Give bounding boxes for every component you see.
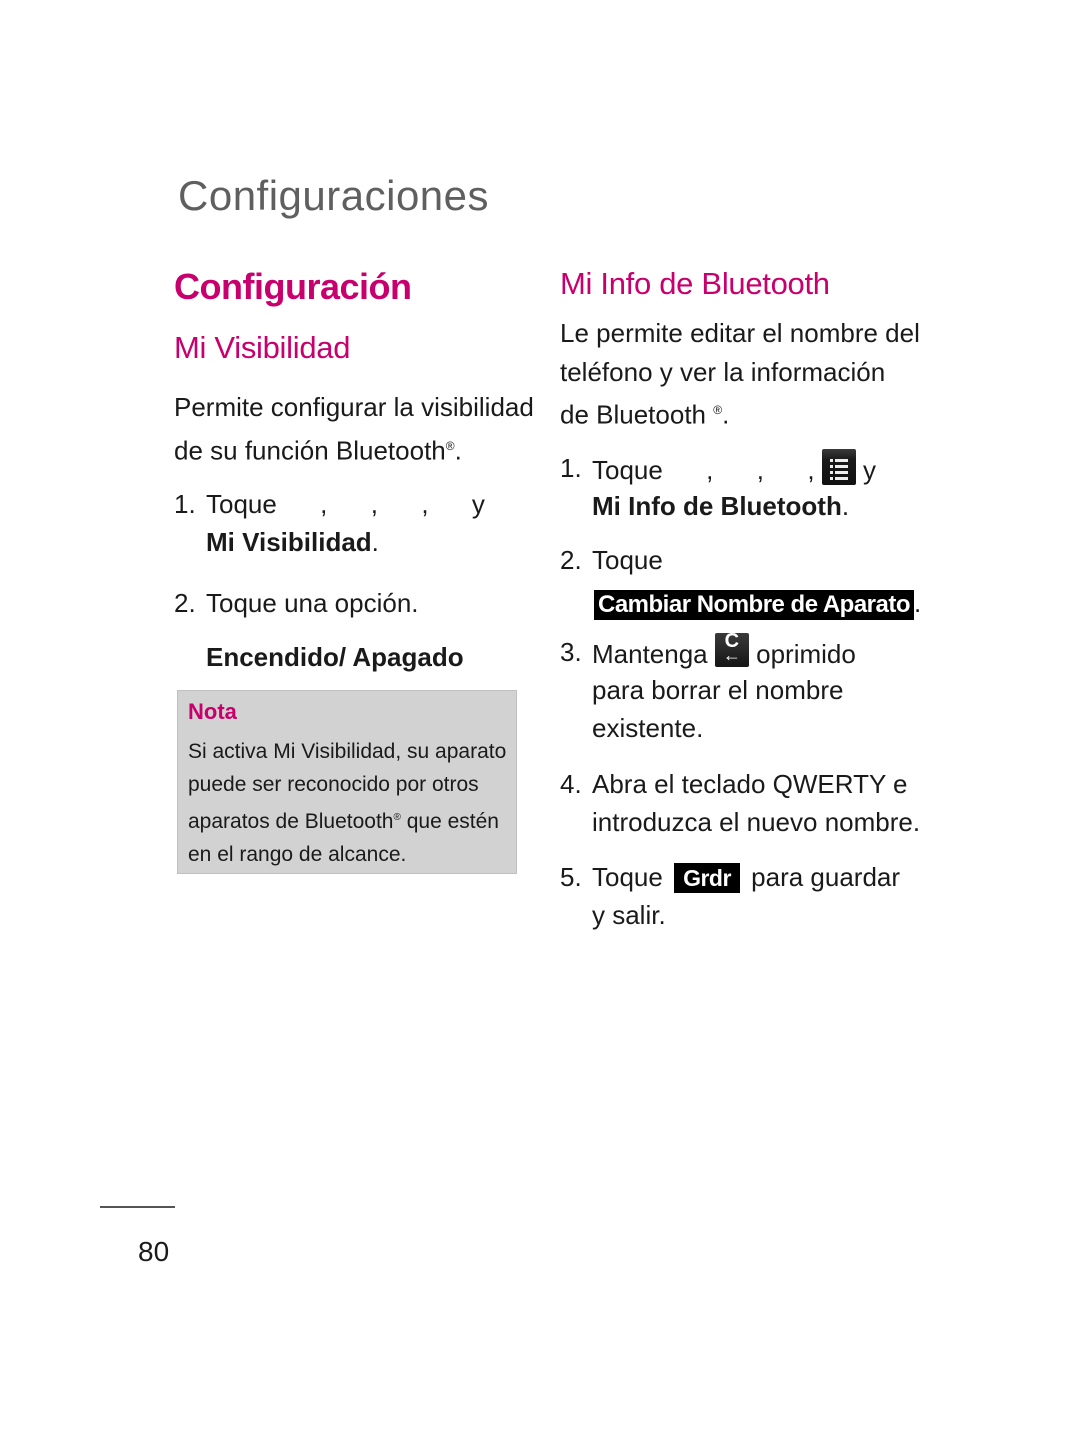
period: . [454, 435, 462, 466]
page-number: 80 [138, 1236, 170, 1267]
step-number: 1. [560, 453, 582, 483]
step-1-right: 1. Toque , , , y Mi Info de Bluetooth. [560, 449, 920, 525]
step-text: introduzca el nuevo nombre. [592, 807, 921, 837]
step-text: para borrar el nombre [592, 675, 844, 705]
footer-rule [100, 1206, 175, 1208]
step-text: Abra el teclado QWERTY e [592, 769, 908, 799]
clear-backspace-icon: C ← [714, 630, 749, 667]
step-text: y salir. [592, 900, 666, 930]
arrow-left-icon: ← [722, 645, 741, 665]
step-1-left: 1. Toque , , , y Mi Visibilidad. [174, 485, 514, 561]
step-number: 4. [560, 769, 582, 799]
intro-text: de su función Bluetooth [174, 435, 446, 466]
step-text-line: Toque Grdr para guardar [592, 858, 900, 896]
note-line: Si activa Mi Visibilidad, su aparato [188, 740, 507, 763]
step-2-right: 2. Toque Cambiar Nombre de Aparato. [560, 541, 921, 622]
step-3-right: 3. Mantenga C ← oprimido para borrar el n… [560, 630, 920, 747]
menu-item-mi-visibilidad: Mi Visibilidad [206, 527, 372, 557]
step-2-left: 2. Toque una opción. [174, 584, 514, 622]
step-number: 5. [560, 862, 582, 892]
registered-mark: ® [393, 812, 401, 823]
step-number: 3. [560, 637, 582, 667]
intro-text: de Bluetooth [560, 399, 714, 430]
subtitle-mi-info-bluetooth: Mi Info de Bluetooth [560, 266, 830, 301]
period: . [722, 399, 730, 430]
note-text-part: aparatos de Bluetooth [188, 810, 394, 833]
step-bold-line: Mi Info de Bluetooth. [592, 487, 849, 525]
step-text: oprimido [756, 639, 856, 669]
note-line: aparatos de Bluetooth® que estén [188, 801, 506, 838]
list-menu-icon [821, 449, 856, 485]
period: . [371, 527, 379, 557]
step-text-line: Toque , , , y [592, 449, 876, 489]
cambiar-nombre-key: Cambiar Nombre de Aparato [594, 590, 915, 620]
note-box: Nota Si activa Mi Visibilidad, su aparat… [177, 690, 517, 874]
step-number: 2. [560, 545, 582, 575]
step-text: Toque , , , y [206, 489, 485, 519]
note-line: en el rango de alcance. [188, 843, 407, 866]
period: . [914, 588, 922, 618]
intro-line: Le permite editar el nombre del [560, 318, 920, 348]
intro-line: Permite configurar la visibilidad [174, 392, 534, 422]
menu-item-mi-info-bluetooth: Mi Info de Bluetooth [592, 491, 842, 521]
intro-line: de Bluetooth ®. [560, 391, 920, 434]
note-label: Nota [188, 699, 237, 724]
step-bold-line: Mi Visibilidad. [206, 523, 379, 561]
section-title: Configuración [174, 266, 412, 307]
step-text: y [863, 455, 877, 485]
grdr-key: Grdr [674, 863, 740, 893]
intro-mi-visibilidad: Permite configurar la visibilidad de su … [174, 388, 534, 470]
note-text: Si activa Mi Visibilidad, su aparato pue… [188, 735, 506, 871]
subtitle-mi-visibilidad: Mi Visibilidad [174, 330, 351, 365]
step-text: para guardar [751, 862, 901, 892]
chapter-title: Configuraciones [178, 172, 490, 219]
period: . [841, 491, 850, 521]
note-line: puede ser reconocido por otros [188, 773, 479, 796]
step-text: Toque [592, 545, 663, 575]
step-number: 1. [174, 489, 196, 519]
step-text: Toque , , , [592, 455, 815, 485]
registered-mark: ® [713, 403, 723, 417]
step-4-right: 4. Abra el teclado QWERTY e introduzca e… [560, 765, 920, 841]
intro-line: teléfono y ver la información [560, 356, 886, 387]
step-text: Mantenga [592, 639, 708, 669]
step-text-line: Mantenga C ← oprimido [592, 630, 856, 673]
note-text-part: que estén [400, 810, 499, 833]
step-5-right: 5. Toque Grdr para guardar y salir. [560, 858, 920, 934]
intro-line: de su función Bluetooth®. [174, 427, 534, 470]
option-encendido-apagado: Encendido/ Apagado [206, 642, 464, 672]
step-text: Toque [592, 862, 663, 892]
step-key-line: Cambiar Nombre de Aparato. [594, 584, 921, 622]
step-text: existente. [592, 713, 704, 743]
step-text: Toque una opción. [206, 588, 419, 618]
step-number: 2. [174, 588, 196, 618]
registered-mark: ® [445, 438, 455, 453]
intro-mi-info-bluetooth: Le permite editar el nombre del teléfono… [560, 314, 920, 434]
